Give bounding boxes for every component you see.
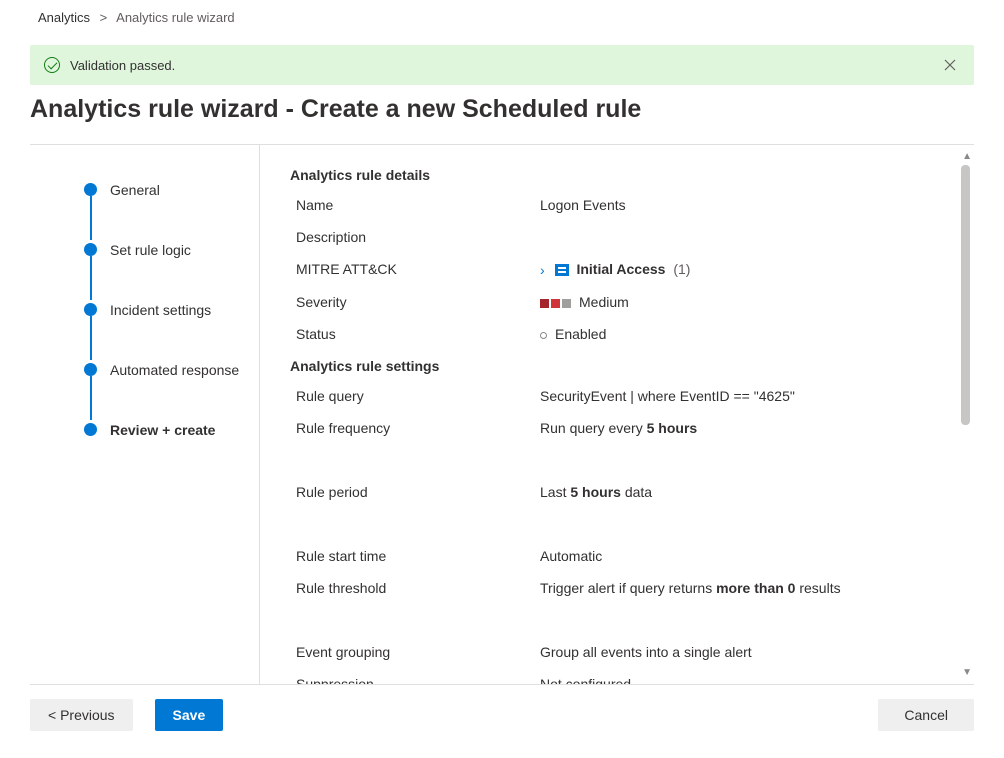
- step-dot-icon: [84, 303, 97, 316]
- section-head-details: Analytics rule details: [290, 167, 974, 183]
- review-details-panel: Analytics rule details Name Logon Events…: [260, 145, 974, 684]
- value-name: Logon Events: [540, 197, 626, 213]
- row-description: Description: [290, 229, 974, 245]
- breadcrumb-separator: >: [100, 10, 108, 25]
- status-text: Enabled: [555, 326, 606, 342]
- label-rule-threshold: Rule threshold: [290, 580, 540, 596]
- step-automated-response[interactable]: Automated response: [84, 361, 259, 379]
- step-incident-settings[interactable]: Incident settings: [84, 301, 259, 319]
- label-rule-frequency: Rule frequency: [290, 420, 540, 436]
- page-title: Analytics rule wizard - Create a new Sch…: [0, 85, 1004, 130]
- validation-banner: Validation passed.: [30, 45, 974, 85]
- value-rule-start: Automatic: [540, 548, 602, 564]
- value-mitre[interactable]: › Initial Access (1): [540, 261, 690, 278]
- banner-close-button[interactable]: [940, 55, 960, 75]
- footer-actions: < Previous Save Cancel: [30, 684, 974, 745]
- breadcrumb: Analytics > Analytics rule wizard: [0, 0, 1004, 31]
- value-rule-query: SecurityEvent | where EventID == "4625": [540, 388, 795, 404]
- label-mitre: MITRE ATT&CK: [290, 261, 540, 277]
- cancel-button[interactable]: Cancel: [878, 699, 974, 731]
- label-description: Description: [290, 229, 540, 245]
- wizard-steps: General Set rule logic Incident settings…: [30, 145, 260, 684]
- step-connector-line: [90, 196, 92, 240]
- label-severity: Severity: [290, 294, 540, 310]
- breadcrumb-parent[interactable]: Analytics: [38, 10, 90, 25]
- label-event-grouping: Event grouping: [290, 644, 540, 660]
- severity-text: Medium: [579, 294, 629, 310]
- previous-button[interactable]: < Previous: [30, 699, 133, 731]
- section-head-settings: Analytics rule settings: [290, 358, 974, 374]
- breadcrumb-current: Analytics rule wizard: [116, 10, 235, 25]
- step-connector-line: [90, 256, 92, 300]
- step-label: Review + create: [110, 422, 215, 438]
- mitre-tactic-icon: [555, 264, 569, 276]
- row-rule-frequency: Rule frequency Run query every 5 hours: [290, 420, 974, 436]
- step-label: General: [110, 182, 160, 198]
- value-status: Enabled: [540, 326, 606, 342]
- mitre-tactic-name: Initial Access: [576, 261, 665, 277]
- value-rule-frequency: Run query every 5 hours: [540, 420, 697, 436]
- row-rule-threshold: Rule threshold Trigger alert if query re…: [290, 580, 974, 596]
- step-label: Automated response: [110, 362, 239, 378]
- value-suppression: Not configured: [540, 676, 631, 684]
- row-event-grouping: Event grouping Group all events into a s…: [290, 644, 974, 660]
- label-name: Name: [290, 197, 540, 213]
- banner-message: Validation passed.: [70, 58, 940, 73]
- row-mitre: MITRE ATT&CK › Initial Access (1): [290, 261, 974, 278]
- row-rule-query: Rule query SecurityEvent | where EventID…: [290, 388, 974, 404]
- value-rule-period: Last 5 hours data: [540, 484, 652, 500]
- step-dot-icon: [84, 183, 97, 196]
- label-rule-start: Rule start time: [290, 548, 540, 564]
- step-connector-line: [90, 316, 92, 360]
- scrollbar-thumb[interactable]: [961, 165, 970, 425]
- row-rule-period: Rule period Last 5 hours data: [290, 484, 974, 500]
- row-severity: Severity Medium: [290, 294, 974, 310]
- step-set-rule-logic[interactable]: Set rule logic: [84, 241, 259, 259]
- step-general[interactable]: General: [84, 181, 259, 199]
- mitre-tactic-count: (1): [673, 261, 690, 277]
- step-dot-icon: [84, 423, 97, 436]
- scroll-down-arrow-icon[interactable]: ▼: [962, 667, 972, 678]
- step-label: Incident settings: [110, 302, 211, 318]
- label-rule-period: Rule period: [290, 484, 540, 500]
- row-name: Name Logon Events: [290, 197, 974, 213]
- chevron-right-icon: ›: [540, 262, 545, 278]
- success-check-icon: [44, 57, 60, 73]
- step-dot-icon: [84, 243, 97, 256]
- step-label: Set rule logic: [110, 242, 191, 258]
- status-dot-icon: [540, 332, 547, 339]
- label-status: Status: [290, 326, 540, 342]
- row-suppression: Suppression Not configured: [290, 676, 974, 684]
- label-rule-query: Rule query: [290, 388, 540, 404]
- scrollbar-track[interactable]: [961, 165, 970, 664]
- label-suppression: Suppression: [290, 676, 540, 684]
- content-area: General Set rule logic Incident settings…: [30, 144, 974, 684]
- value-event-grouping: Group all events into a single alert: [540, 644, 752, 660]
- value-severity: Medium: [540, 294, 629, 310]
- step-review-create[interactable]: Review + create: [84, 421, 259, 439]
- row-rule-start: Rule start time Automatic: [290, 548, 974, 564]
- row-status: Status Enabled: [290, 326, 974, 342]
- severity-bars-icon: [540, 299, 571, 308]
- step-dot-icon: [84, 363, 97, 376]
- scroll-up-arrow-icon[interactable]: ▲: [962, 151, 972, 162]
- step-connector-line: [90, 376, 92, 420]
- value-rule-threshold: Trigger alert if query returns more than…: [540, 580, 841, 596]
- save-button[interactable]: Save: [155, 699, 224, 731]
